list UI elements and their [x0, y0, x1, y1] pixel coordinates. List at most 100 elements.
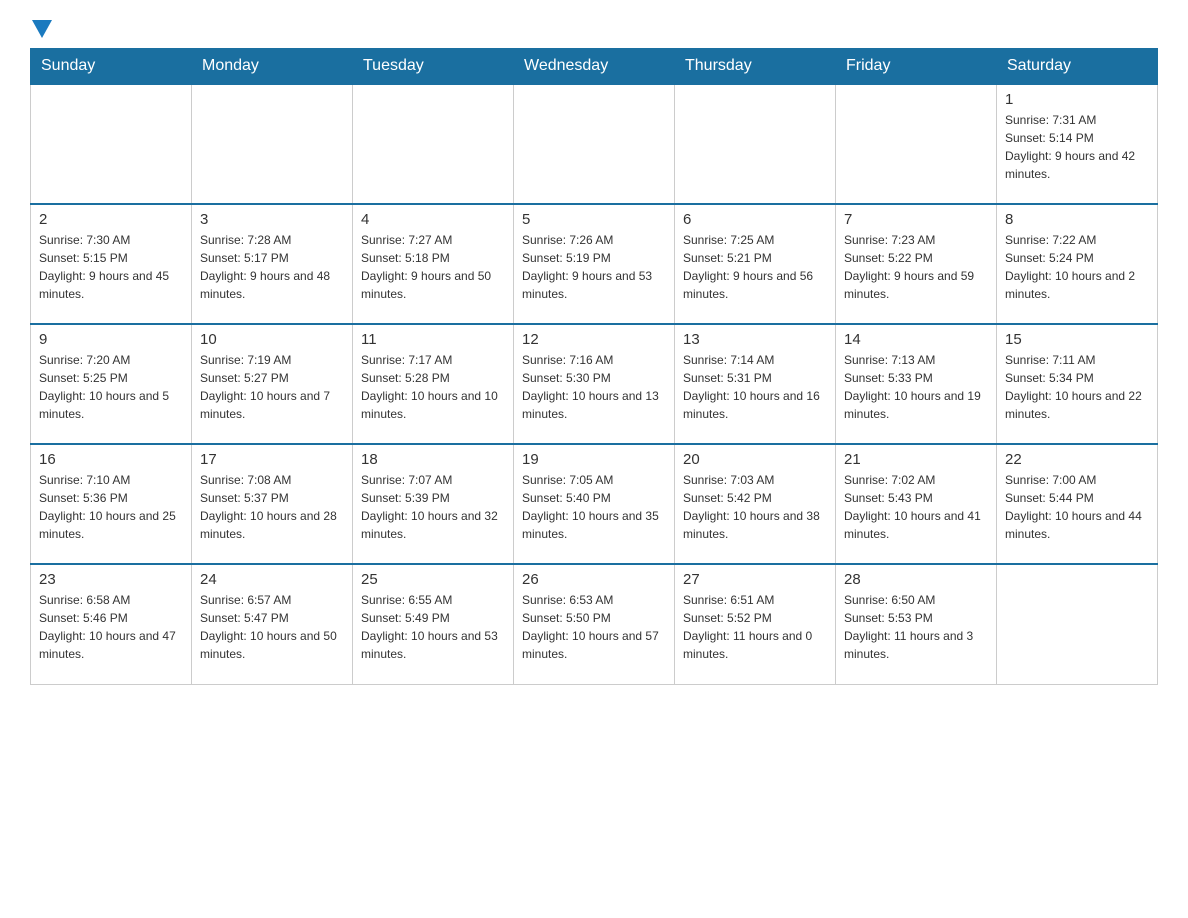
day-number: 2 [39, 211, 183, 228]
day-number: 14 [844, 331, 988, 348]
calendar-cell: 8 Sunrise: 7:22 AMSunset: 5:24 PMDaylight… [997, 204, 1158, 324]
logo [30, 20, 54, 38]
calendar-cell [997, 564, 1158, 684]
calendar-cell: 7 Sunrise: 7:23 AMSunset: 5:22 PMDaylight… [836, 204, 997, 324]
day-info: Sunrise: 7:17 AMSunset: 5:28 PMDaylight:… [361, 351, 505, 423]
day-number: 28 [844, 571, 988, 588]
calendar-cell: 27Sunrise: 6:51 AMSunset: 5:52 PMDayligh… [675, 564, 836, 684]
day-info: Sunrise: 6:58 AMSunset: 5:46 PMDaylight:… [39, 591, 183, 663]
day-number: 8 [1005, 211, 1149, 228]
day-info: Sunrise: 6:51 AMSunset: 5:52 PMDaylight:… [683, 591, 827, 663]
day-of-week-header: Wednesday [514, 49, 675, 85]
day-info: Sunrise: 7:00 AMSunset: 5:44 PMDaylight:… [1005, 471, 1149, 543]
day-info: Sunrise: 6:50 AMSunset: 5:53 PMDaylight:… [844, 591, 988, 663]
day-of-week-header: Monday [192, 49, 353, 85]
day-info: Sunrise: 7:07 AMSunset: 5:39 PMDaylight:… [361, 471, 505, 543]
calendar-cell [31, 84, 192, 204]
calendar-cell: 6 Sunrise: 7:25 AMSunset: 5:21 PMDaylight… [675, 204, 836, 324]
week-row: 9 Sunrise: 7:20 AMSunset: 5:25 PMDaylight… [31, 324, 1158, 444]
calendar-cell: 1 Sunrise: 7:31 AMSunset: 5:14 PMDaylight… [997, 84, 1158, 204]
calendar-cell: 25 Sunrise: 6:55 AMSunset: 5:49 PMDayligh… [353, 564, 514, 684]
day-info: Sunrise: 7:10 AMSunset: 5:36 PMDaylight:… [39, 471, 183, 543]
day-number: 21 [844, 451, 988, 468]
day-number: 16 [39, 451, 183, 468]
day-info: Sunrise: 7:14 AMSunset: 5:31 PMDaylight:… [683, 351, 827, 423]
calendar-cell [353, 84, 514, 204]
day-info: Sunrise: 6:55 AMSunset: 5:49 PMDaylight:… [361, 591, 505, 663]
day-info: Sunrise: 7:02 AMSunset: 5:43 PMDaylight:… [844, 471, 988, 543]
calendar-cell: 26 Sunrise: 6:53 AMSunset: 5:50 PMDayligh… [514, 564, 675, 684]
day-number: 1 [1005, 91, 1149, 108]
calendar-cell: 12 Sunrise: 7:16 AMSunset: 5:30 PMDayligh… [514, 324, 675, 444]
day-info: Sunrise: 7:25 AMSunset: 5:21 PMDaylight:… [683, 231, 827, 303]
day-of-week-header: Sunday [31, 49, 192, 85]
day-number: 13 [683, 331, 827, 348]
calendar-cell: 5 Sunrise: 7:26 AMSunset: 5:19 PMDaylight… [514, 204, 675, 324]
day-info: Sunrise: 6:57 AMSunset: 5:47 PMDaylight:… [200, 591, 344, 663]
day-number: 10 [200, 331, 344, 348]
calendar-cell: 10 Sunrise: 7:19 AMSunset: 5:27 PMDayligh… [192, 324, 353, 444]
day-number: 23 [39, 571, 183, 588]
day-info: Sunrise: 7:26 AMSunset: 5:19 PMDaylight:… [522, 231, 666, 303]
calendar-table: SundayMondayTuesdayWednesdayThursdayFrid… [30, 48, 1158, 685]
calendar-cell: 28 Sunrise: 6:50 AMSunset: 5:53 PMDayligh… [836, 564, 997, 684]
day-of-week-header: Thursday [675, 49, 836, 85]
calendar-cell: 18 Sunrise: 7:07 AMSunset: 5:39 PMDayligh… [353, 444, 514, 564]
calendar-header-row: SundayMondayTuesdayWednesdayThursdayFrid… [31, 49, 1158, 85]
day-info: Sunrise: 7:27 AMSunset: 5:18 PMDaylight:… [361, 231, 505, 303]
week-row: 2 Sunrise: 7:30 AMSunset: 5:15 PMDaylight… [31, 204, 1158, 324]
day-number: 18 [361, 451, 505, 468]
calendar-cell: 17 Sunrise: 7:08 AMSunset: 5:37 PMDayligh… [192, 444, 353, 564]
day-number: 5 [522, 211, 666, 228]
calendar-cell: 11 Sunrise: 7:17 AMSunset: 5:28 PMDayligh… [353, 324, 514, 444]
day-info: Sunrise: 7:16 AMSunset: 5:30 PMDaylight:… [522, 351, 666, 423]
logo-triangle-icon [32, 20, 52, 38]
calendar-cell: 16 Sunrise: 7:10 AMSunset: 5:36 PMDayligh… [31, 444, 192, 564]
day-number: 25 [361, 571, 505, 588]
day-number: 12 [522, 331, 666, 348]
day-of-week-header: Saturday [997, 49, 1158, 85]
day-info: Sunrise: 6:53 AMSunset: 5:50 PMDaylight:… [522, 591, 666, 663]
calendar-cell: 4 Sunrise: 7:27 AMSunset: 5:18 PMDaylight… [353, 204, 514, 324]
day-info: Sunrise: 7:31 AMSunset: 5:14 PMDaylight:… [1005, 111, 1149, 183]
day-number: 3 [200, 211, 344, 228]
day-info: Sunrise: 7:19 AMSunset: 5:27 PMDaylight:… [200, 351, 344, 423]
day-number: 20 [683, 451, 827, 468]
calendar-cell: 15Sunrise: 7:11 AMSunset: 5:34 PMDayligh… [997, 324, 1158, 444]
calendar-cell: 2 Sunrise: 7:30 AMSunset: 5:15 PMDaylight… [31, 204, 192, 324]
day-number: 26 [522, 571, 666, 588]
day-number: 11 [361, 331, 505, 348]
day-number: 19 [522, 451, 666, 468]
day-number: 17 [200, 451, 344, 468]
day-number: 4 [361, 211, 505, 228]
week-row: 16 Sunrise: 7:10 AMSunset: 5:36 PMDayligh… [31, 444, 1158, 564]
day-number: 6 [683, 211, 827, 228]
day-number: 7 [844, 211, 988, 228]
day-info: Sunrise: 7:13 AMSunset: 5:33 PMDaylight:… [844, 351, 988, 423]
day-info: Sunrise: 7:11 AMSunset: 5:34 PMDaylight:… [1005, 351, 1149, 423]
day-info: Sunrise: 7:03 AMSunset: 5:42 PMDaylight:… [683, 471, 827, 543]
day-of-week-header: Tuesday [353, 49, 514, 85]
calendar-cell [192, 84, 353, 204]
calendar-cell [675, 84, 836, 204]
calendar-cell [514, 84, 675, 204]
day-number: 22 [1005, 451, 1149, 468]
page-header [30, 20, 1158, 38]
calendar-cell: 23 Sunrise: 6:58 AMSunset: 5:46 PMDayligh… [31, 564, 192, 684]
week-row: 1 Sunrise: 7:31 AMSunset: 5:14 PMDaylight… [31, 84, 1158, 204]
day-of-week-header: Friday [836, 49, 997, 85]
day-info: Sunrise: 7:08 AMSunset: 5:37 PMDaylight:… [200, 471, 344, 543]
day-info: Sunrise: 7:22 AMSunset: 5:24 PMDaylight:… [1005, 231, 1149, 303]
day-info: Sunrise: 7:20 AMSunset: 5:25 PMDaylight:… [39, 351, 183, 423]
calendar-cell: 14 Sunrise: 7:13 AMSunset: 5:33 PMDayligh… [836, 324, 997, 444]
calendar-cell: 20 Sunrise: 7:03 AMSunset: 5:42 PMDayligh… [675, 444, 836, 564]
day-number: 9 [39, 331, 183, 348]
calendar-cell: 19Sunrise: 7:05 AMSunset: 5:40 PMDayligh… [514, 444, 675, 564]
calendar-cell: 22 Sunrise: 7:00 AMSunset: 5:44 PMDayligh… [997, 444, 1158, 564]
day-number: 24 [200, 571, 344, 588]
day-info: Sunrise: 7:30 AMSunset: 5:15 PMDaylight:… [39, 231, 183, 303]
calendar-cell: 9 Sunrise: 7:20 AMSunset: 5:25 PMDaylight… [31, 324, 192, 444]
calendar-cell [836, 84, 997, 204]
calendar-cell: 3Sunrise: 7:28 AMSunset: 5:17 PMDaylight… [192, 204, 353, 324]
day-info: Sunrise: 7:23 AMSunset: 5:22 PMDaylight:… [844, 231, 988, 303]
